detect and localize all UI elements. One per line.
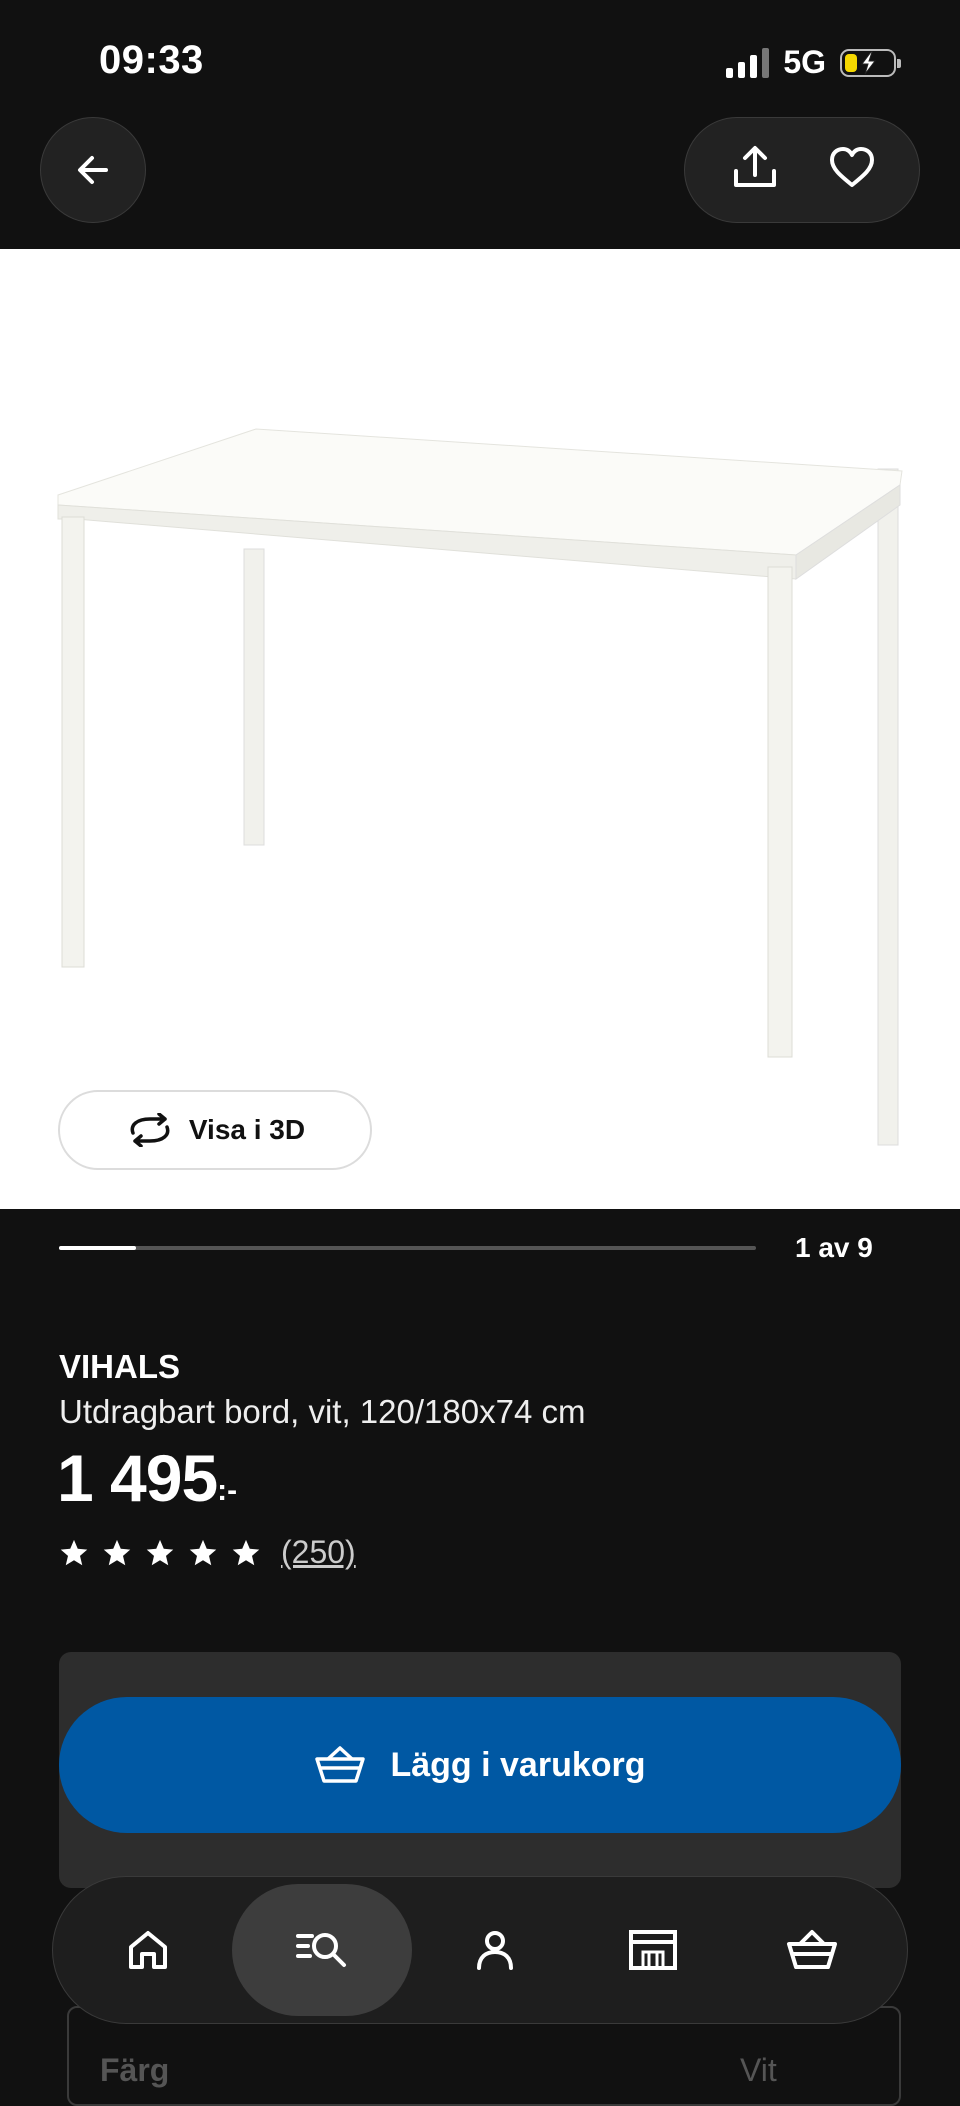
product-description: Utdragbart bord, vit, 120/180x74 cm (59, 1393, 586, 1430)
product-name: VIHALS (59, 1348, 181, 1385)
product-image[interactable] (0, 249, 960, 1209)
rotate-3d-icon (130, 1113, 170, 1147)
star-icon (103, 1539, 131, 1565)
arrow-left-icon (78, 156, 108, 184)
image-pager-track (59, 1246, 756, 1250)
star-icon (60, 1539, 88, 1565)
nav-profile[interactable] (420, 1890, 570, 2010)
nav-cart[interactable] (737, 1890, 887, 2010)
signal-icon (726, 47, 770, 78)
share-button[interactable] (728, 141, 782, 200)
status-time: 09:33 (99, 38, 204, 82)
rating-stars (59, 1538, 261, 1568)
nav-search[interactable] (231, 1884, 412, 2016)
store-icon (629, 1930, 678, 1970)
add-to-cart-label: Lägg i varukorg (390, 1745, 646, 1784)
cart-icon (786, 1930, 837, 1969)
color-value: Vit (740, 2052, 777, 2088)
favorite-button[interactable] (827, 143, 877, 198)
price-value: 1 495 (57, 1441, 218, 1515)
share-icon (733, 145, 776, 187)
rating-count-link[interactable]: (250) (281, 1534, 356, 1571)
star-icon (232, 1539, 260, 1565)
bottom-navigation (52, 1876, 908, 2024)
search-icon (295, 1933, 346, 1967)
basket-icon (315, 1746, 366, 1783)
profile-icon (476, 1931, 513, 1970)
product-rating[interactable]: (250) (59, 1534, 356, 1571)
heart-icon (829, 146, 874, 187)
image-pager-progress (59, 1246, 137, 1250)
view-3d-label: Visa i 3D (188, 1114, 306, 1145)
status-indicators: 5G (726, 44, 901, 81)
header-actions (684, 117, 920, 223)
back-button[interactable] (40, 117, 146, 223)
battery-icon (840, 48, 901, 77)
add-to-cart-button[interactable]: Lägg i varukorg (59, 1697, 901, 1833)
view-3d-button[interactable]: Visa i 3D (58, 1090, 372, 1170)
network-label: 5G (783, 44, 826, 80)
nav-store[interactable] (578, 1890, 728, 2010)
table-illustration (57, 428, 903, 1146)
color-label: Färg (100, 2052, 170, 2088)
image-pager-label: 1 av 9 (795, 1232, 873, 1263)
star-icon (189, 1539, 217, 1565)
product-price: 1 495 :- (57, 1440, 237, 1516)
price-suffix: :- (217, 1474, 238, 1507)
nav-home[interactable] (73, 1890, 223, 2010)
home-icon (129, 1931, 168, 1969)
star-icon (146, 1539, 174, 1565)
